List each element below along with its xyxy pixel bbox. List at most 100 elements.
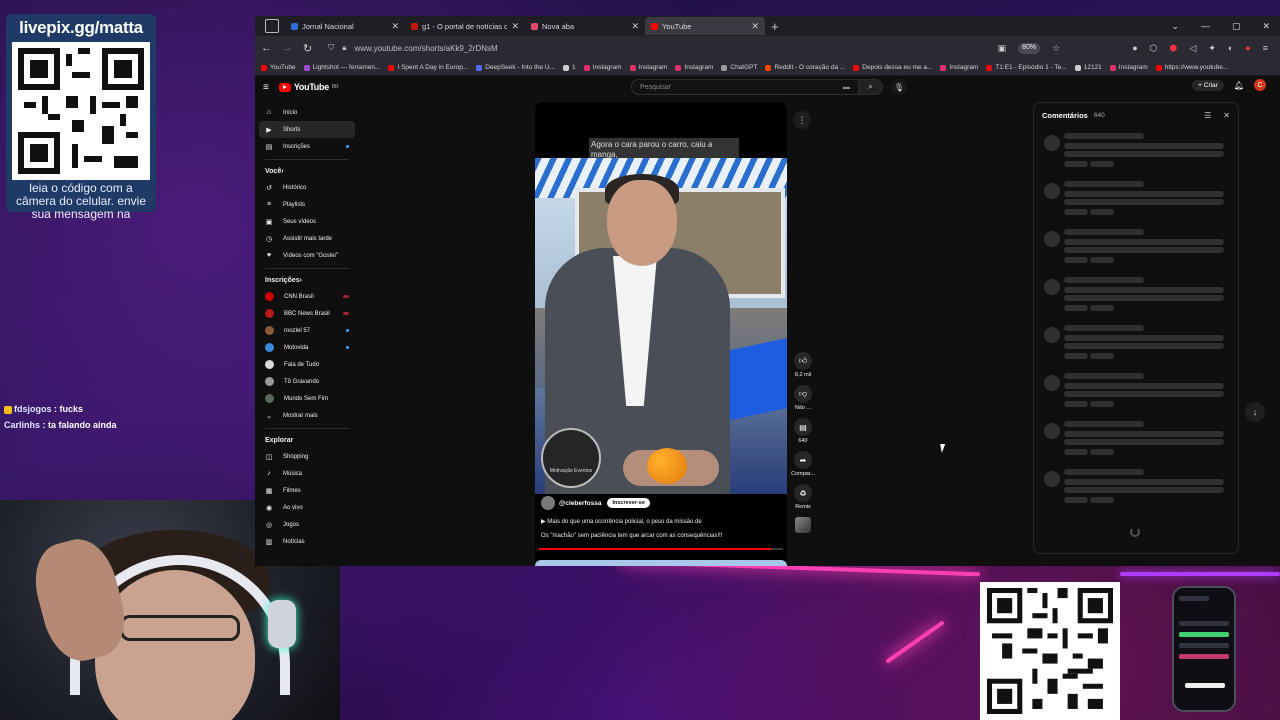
sort-icon[interactable]: ☰: [1204, 111, 1211, 120]
bookmark-item[interactable]: DeepSeek - Into the U...: [476, 64, 555, 71]
sidebar-item[interactable]: ◷ Assistir mais tarde: [259, 230, 355, 247]
sidebar-item[interactable]: BBC News Brasil: [259, 305, 355, 322]
menu-icon[interactable]: ≡: [1263, 43, 1268, 54]
share-action[interactable]: ➦ Compar...: [791, 451, 815, 477]
sidebar-item[interactable]: ◉ Ao vivo: [259, 499, 355, 516]
close-icon[interactable]: ✕: [511, 21, 519, 32]
sidebar-item[interactable]: Fala de Tudo: [259, 356, 355, 373]
sidebar-item[interactable]: ↺ Histórico: [259, 179, 355, 196]
bookmark-item[interactable]: Instagram: [940, 64, 978, 71]
comment-icon[interactable]: ▤: [794, 418, 812, 436]
sidebar-section-title[interactable]: Você ›: [259, 164, 355, 179]
sidebar-item[interactable]: ▣ Seus vídeos: [259, 213, 355, 230]
tab-youtube[interactable]: YouTube ✕: [645, 17, 765, 35]
extension-icon[interactable]: ✦: [1208, 43, 1216, 54]
user-avatar[interactable]: C: [1254, 79, 1266, 91]
scroll-down-button[interactable]: ↓: [1245, 402, 1265, 422]
audio-thumbnail[interactable]: [795, 517, 811, 533]
video-frame[interactable]: Motivação Eventos: [535, 158, 787, 494]
zoom-level-badge[interactable]: 80%: [1018, 42, 1041, 54]
sidebar-section-title[interactable]: Inscrições ›: [259, 273, 355, 288]
sidebar-item[interactable]: ▤ Inscrições: [259, 138, 355, 155]
more-options-icon[interactable]: ⋮: [793, 111, 811, 129]
video-description[interactable]: ▶ Mais do que uma ocorrência policial, o…: [541, 518, 781, 525]
progress-bar[interactable]: [539, 548, 783, 550]
sidebar-item[interactable]: CNN Brasil: [259, 288, 355, 305]
channel-avatar[interactable]: [541, 496, 555, 510]
sidebar-item[interactable]: ♪ Música: [259, 465, 355, 482]
bookmark-item[interactable]: Reddit - O coração da ...: [765, 64, 845, 71]
tab-list-icon[interactable]: [265, 19, 279, 33]
picture-in-picture-icon[interactable]: ▣: [998, 43, 1007, 54]
dislike-action[interactable]: 👎︎ Não ...: [794, 385, 812, 411]
share-icon[interactable]: ➦: [794, 451, 812, 469]
extension-red-icon[interactable]: ●: [1245, 43, 1250, 54]
extension-icon[interactable]: ●: [1132, 43, 1137, 54]
tab-nova-aba[interactable]: Nova aba ✕: [525, 17, 645, 35]
tab-g1[interactable]: g1 - O portal de notícias da Gl ✕: [405, 17, 525, 35]
bookmark-item[interactable]: Instagram: [583, 64, 622, 71]
extension-icon[interactable]: ◐: [1228, 43, 1233, 54]
show-more-button[interactable]: ⌄ Mostrar mais: [259, 407, 355, 424]
notifications-bell-icon[interactable]: 🔔︎: [1234, 81, 1244, 90]
bookmark-item[interactable]: T1:E1 - Episódio 1 - Te...: [986, 64, 1067, 71]
sidebar-item[interactable]: ≡ Playlists: [259, 196, 355, 213]
sound-thumbnail[interactable]: [795, 517, 811, 533]
sidebar-item[interactable]: ▦ Filmes: [259, 482, 355, 499]
bookmark-item[interactable]: Instagram: [675, 64, 713, 71]
channel-name[interactable]: @cleberfossa: [559, 500, 601, 507]
back-icon[interactable]: ←: [261, 42, 272, 54]
maximize-icon[interactable]: ▢: [1232, 21, 1241, 32]
sidebar-item[interactable]: Motovida: [259, 339, 355, 356]
sidebar-item[interactable]: ▥ Notícias: [259, 533, 355, 550]
sidebar-item[interactable]: ♥ Vídeos com "Gostei": [259, 247, 355, 264]
next-short-preview[interactable]: [535, 560, 787, 566]
remix-action[interactable]: ♻ Remix: [794, 484, 812, 510]
search-input[interactable]: Pesquisar ▬: [631, 79, 859, 95]
reload-icon[interactable]: ↻: [303, 42, 312, 55]
bookmark-item[interactable]: 1: [563, 64, 576, 71]
new-tab-icon[interactable]: +: [771, 19, 779, 34]
bookmark-item[interactable]: Depois dessa eu me a...: [853, 64, 932, 71]
video-description[interactable]: Os "machão" sem paciência tem que arcar …: [541, 533, 781, 539]
tab-overflow-icon[interactable]: ⌄: [1171, 21, 1179, 32]
sidebar-item[interactable]: ▶ Shorts: [259, 121, 355, 138]
bookmark-item[interactable]: ChatGPT: [721, 64, 757, 71]
tab-jornal-nacional[interactable]: Jornal Nacional ✕: [285, 17, 405, 35]
extension-red-icon[interactable]: ⬢: [1170, 43, 1178, 54]
volume-icon[interactable]: ◁: [1189, 43, 1196, 54]
youtube-logo[interactable]: YouTube BR: [278, 82, 339, 92]
minimize-icon[interactable]: —: [1201, 21, 1210, 32]
bookmark-item[interactable]: I Spent A Day in Europ...: [388, 64, 468, 71]
bookmark-item[interactable]: 12121: [1074, 64, 1102, 71]
remix-icon[interactable]: ♻: [794, 484, 812, 502]
sidebar-item[interactable]: ⌂ Início: [259, 104, 355, 121]
bookmark-item[interactable]: Lightshot — ferramen...: [303, 64, 380, 71]
subscribe-button[interactable]: Inscrever-se: [607, 498, 650, 508]
create-button[interactable]: + Criar: [1192, 79, 1224, 91]
sidebar-item[interactable]: ◫ Shopping: [259, 448, 355, 465]
sidebar-item[interactable]: roozlel 57: [259, 322, 355, 339]
sidebar-item[interactable]: Tô Gravando: [259, 373, 355, 390]
bookmark-item[interactable]: Instagram: [1109, 64, 1148, 71]
forward-icon[interactable]: →: [282, 42, 293, 54]
thumbs-down-icon[interactable]: 👎︎: [794, 385, 812, 403]
close-window-icon[interactable]: ✕: [1262, 21, 1270, 32]
search-button[interactable]: ⌕: [859, 79, 883, 95]
keyboard-icon[interactable]: ▬: [843, 84, 850, 91]
thumbs-up-icon[interactable]: 👍︎: [794, 352, 812, 370]
close-icon[interactable]: ✕: [391, 21, 399, 32]
sidebar-item[interactable]: ◎ Jogos: [259, 516, 355, 533]
hamburger-menu-icon[interactable]: ≡: [263, 82, 269, 93]
bookmark-star-icon[interactable]: ☆: [1052, 43, 1060, 54]
comments-action[interactable]: ▤ 640: [794, 418, 812, 444]
address-bar[interactable]: ⛉ 🔒︎ www.youtube.com/shorts/aKk9_2rDNsM: [322, 39, 987, 57]
bookmark-item[interactable]: https://www.youtube...: [1155, 64, 1228, 71]
sidebar-item[interactable]: Mundo Sem Fim: [259, 390, 355, 407]
like-action[interactable]: 👍︎ 8,2 mil: [794, 352, 812, 378]
shorts-player[interactable]: Agora o cara parou o carro, caiu a manga…: [535, 102, 787, 566]
voice-search-button[interactable]: 🎙︎: [891, 79, 907, 95]
close-icon[interactable]: ✕: [751, 21, 759, 32]
bookmark-item[interactable]: Instagram: [629, 64, 667, 71]
close-icon[interactable]: ✕: [631, 21, 639, 32]
